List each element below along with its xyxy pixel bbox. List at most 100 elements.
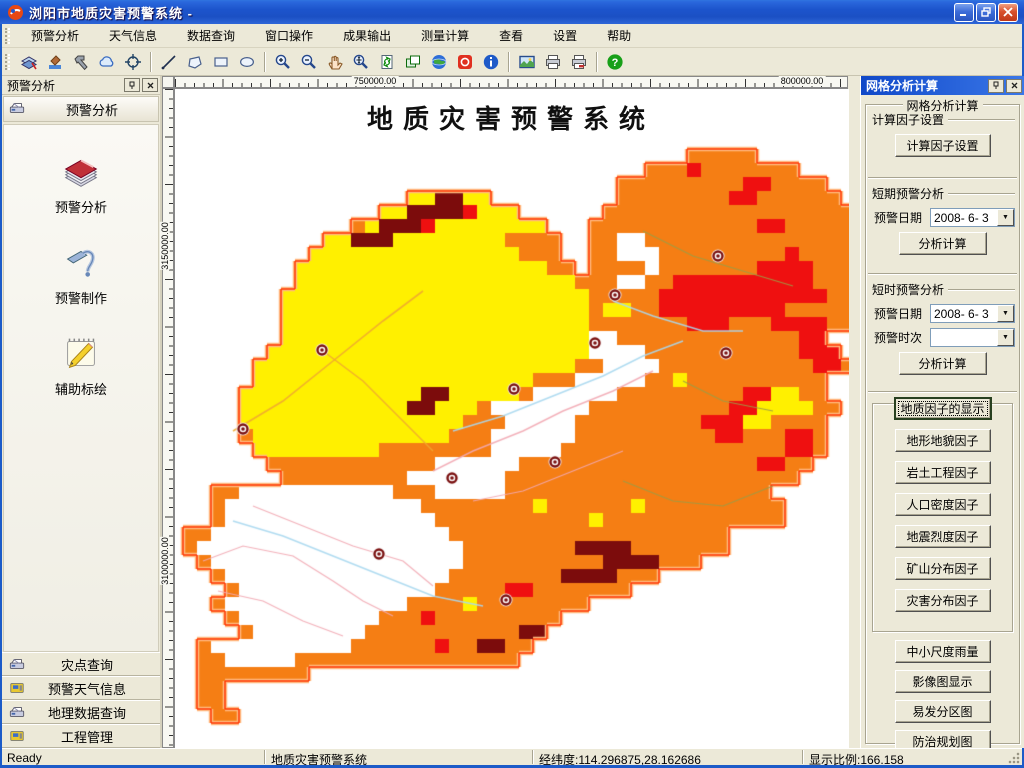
left-panel-header-label: 预警分析 <box>65 102 118 118</box>
map-image-button[interactable] <box>514 50 540 74</box>
short-term-calc-button[interactable]: 分析计算 <box>898 232 987 255</box>
restore-button[interactable] <box>976 2 996 22</box>
map-canvas[interactable] <box>175 89 849 749</box>
window-titlebar: 浏阳市地质灾害预警系统 - <box>0 0 1024 24</box>
chevron-down-icon[interactable]: ▼ <box>997 329 1014 346</box>
pan-hand-button[interactable] <box>322 50 348 74</box>
pan-hand-icon <box>326 53 344 71</box>
layer-button-1[interactable]: 影像图显示 <box>894 670 991 693</box>
menu-item-5[interactable]: 测量计算 <box>406 24 484 47</box>
factor-button-2[interactable]: 人口密度因子 <box>894 493 991 516</box>
zoom-extent-button[interactable] <box>348 50 374 74</box>
short-time-times-combobox[interactable]: ▼ <box>930 328 1015 347</box>
layer-button-2[interactable]: 易发分区图 <box>894 700 991 723</box>
line-tool-button[interactable] <box>156 50 182 74</box>
left-section-3[interactable]: 工程管理 <box>2 724 160 748</box>
zoom-in-button[interactable] <box>270 50 296 74</box>
minimize-icon <box>960 13 966 16</box>
paint-tool-button[interactable] <box>42 50 68 74</box>
chevron-down-icon[interactable]: ▼ <box>997 305 1014 322</box>
right-panel-titlebar: 网格分析计算 <box>861 76 1024 95</box>
print-setup-icon <box>570 53 588 71</box>
short-time-date-combobox[interactable]: 2008- 6- 3 ▼ <box>930 304 1015 323</box>
right-panel-close-button[interactable] <box>1006 78 1022 93</box>
ruler-left-label-1: 3150000.00 <box>159 222 170 270</box>
close-icon <box>147 82 153 88</box>
minimize-button[interactable] <box>954 2 974 22</box>
left-panel-title: 预警分析 <box>7 78 56 93</box>
factor-button-5[interactable]: 灾害分布因子 <box>894 589 991 612</box>
left-tool-2[interactable]: 辅助标绘 <box>4 329 158 398</box>
short-time-date-label: 预警日期 <box>874 307 923 321</box>
toolbar-group-1 <box>156 50 260 74</box>
menu-grip[interactable] <box>5 27 10 44</box>
close-icon <box>1011 82 1017 89</box>
toolbar-group-0 <box>16 50 146 74</box>
copy-layers-button[interactable] <box>400 50 426 74</box>
hammer-tool-button[interactable] <box>68 50 94 74</box>
menu-item-8[interactable]: 帮助 <box>592 24 646 47</box>
status-bar: Ready 地质灾害预警系统 经纬度:114.296875,28.162686 … <box>2 748 1022 767</box>
cloud-tool-button[interactable] <box>94 50 120 74</box>
map-select-button[interactable] <box>16 50 42 74</box>
globe-button[interactable] <box>426 50 452 74</box>
divider <box>868 391 1017 393</box>
left-section-label: 预警天气信息 <box>47 681 126 697</box>
divider <box>868 177 1017 179</box>
print-setup-button[interactable] <box>566 50 592 74</box>
refresh-page-button[interactable] <box>374 50 400 74</box>
print-button[interactable] <box>540 50 566 74</box>
help-button[interactable]: ? <box>602 50 628 74</box>
factor-setting-button[interactable]: 计算因子设置 <box>894 134 991 157</box>
svg-text:?: ? <box>612 57 619 69</box>
left-section-2[interactable]: 地理数据查询 <box>2 700 160 724</box>
info-button[interactable] <box>478 50 504 74</box>
right-panel-pin-button[interactable] <box>988 78 1004 93</box>
short-term-date-label: 预警日期 <box>874 211 923 225</box>
left-panel-header[interactable]: 预警分析 <box>3 96 159 122</box>
refresh-page-icon <box>378 53 396 71</box>
toolbar-grip[interactable] <box>5 53 10 70</box>
record-stop-button[interactable] <box>452 50 478 74</box>
factor-button-4[interactable]: 矿山分布因子 <box>894 557 991 580</box>
factor-button-3[interactable]: 地震烈度因子 <box>894 525 991 548</box>
menu-item-1[interactable]: 天气信息 <box>94 24 172 47</box>
left-section-label: 工程管理 <box>60 729 113 745</box>
rect-tool-button[interactable] <box>208 50 234 74</box>
short-time-calc-button[interactable]: 分析计算 <box>898 352 987 375</box>
menu-item-7[interactable]: 设置 <box>538 24 592 47</box>
hammer-tool-icon <box>72 53 90 71</box>
zoom-out-button[interactable] <box>296 50 322 74</box>
close-icon <box>1003 7 1013 17</box>
polygon-tool-button[interactable] <box>182 50 208 74</box>
factor-button-1[interactable]: 岩土工程因子 <box>894 461 991 484</box>
info-icon <box>482 53 500 71</box>
center-target-button[interactable] <box>120 50 146 74</box>
ellipse-tool-button[interactable] <box>234 50 260 74</box>
chevron-down-icon[interactable]: ▼ <box>997 209 1014 226</box>
menu-item-6[interactable]: 查看 <box>484 24 538 47</box>
left-section-1[interactable]: 预警天气信息 <box>2 676 160 700</box>
factor-groupbox: 地质因子的显示 地形地貌因子 岩土工程因子 人口密度因子 地震烈度因子 矿山分布因子 灾害… <box>872 397 1013 632</box>
polygon-tool-icon <box>186 53 204 71</box>
toolbar-separator <box>264 51 266 72</box>
plotter-icon <box>8 656 26 672</box>
menu-item-4[interactable]: 成果输出 <box>328 24 406 47</box>
map-image-icon <box>518 53 536 71</box>
left-panel-close-button[interactable] <box>142 78 158 92</box>
menu-item-2[interactable]: 数据查询 <box>172 24 250 47</box>
layer-button-0[interactable]: 中小尺度雨量 <box>894 640 991 663</box>
paint-tool-icon <box>46 53 64 71</box>
geology-factor-display-button[interactable]: 地质因子的显示 <box>893 397 992 420</box>
left-tool-0[interactable]: 预警分析 <box>4 147 158 216</box>
menu-item-3[interactable]: 窗口操作 <box>250 24 328 47</box>
left-section-0[interactable]: 灾点查询 <box>2 652 160 676</box>
pin-icon <box>993 81 999 89</box>
factor-button-0[interactable]: 地形地貌因子 <box>894 429 991 452</box>
left-panel-pin-button[interactable] <box>124 78 140 92</box>
size-grip[interactable] <box>1008 752 1020 764</box>
short-term-date-combobox[interactable]: 2008- 6- 3 ▼ <box>930 208 1015 227</box>
left-tool-1[interactable]: 预警制作 <box>4 238 158 307</box>
close-button[interactable] <box>998 2 1018 22</box>
menu-item-0[interactable]: 预警分析 <box>16 24 94 47</box>
